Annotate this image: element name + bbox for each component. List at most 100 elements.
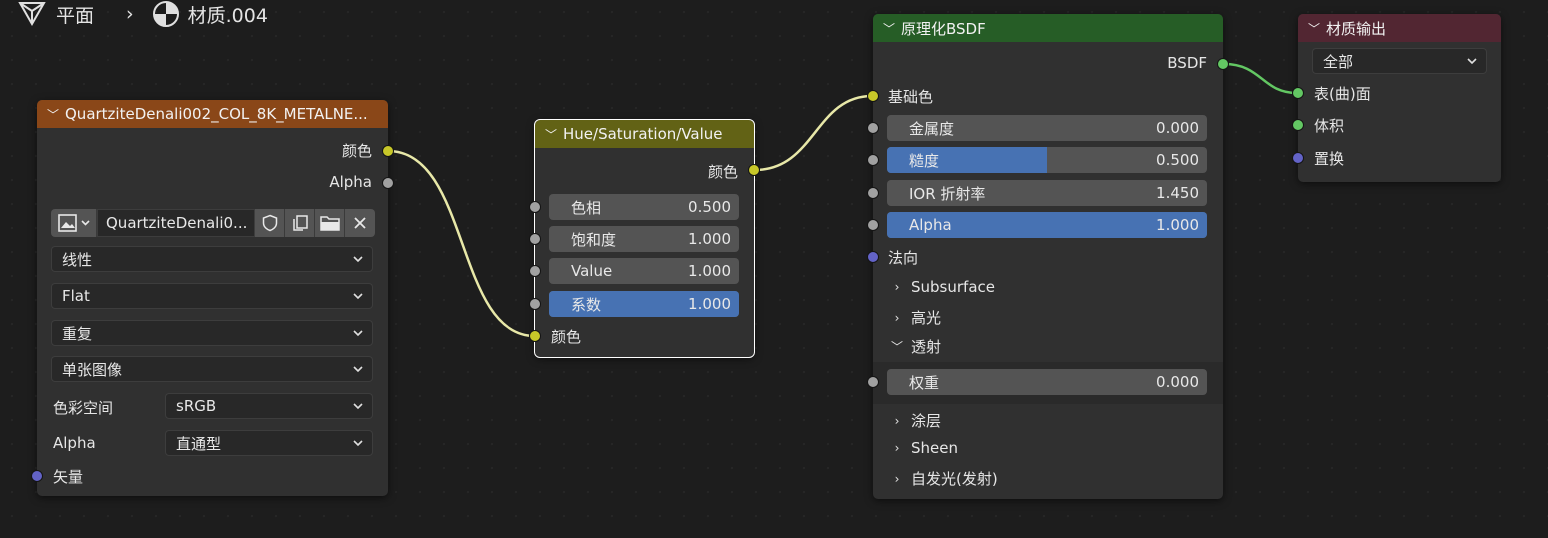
fake-user-button[interactable] bbox=[255, 209, 285, 237]
input-transmission-weight-socket[interactable] bbox=[867, 376, 879, 388]
factor-slider[interactable]: 系数 1.000 bbox=[549, 291, 739, 317]
transmission-weight-field[interactable]: 权重 0.000 bbox=[887, 369, 1207, 395]
specular-panel-toggle[interactable]: › 高光 bbox=[889, 307, 941, 328]
node-header[interactable]: ﹀ Hue/Saturation/Value bbox=[535, 120, 754, 148]
hsv-node[interactable]: ﹀ Hue/Saturation/Value 颜色 色相 0.500 饱和度 1… bbox=[529, 119, 760, 358]
chevron-right-icon: › bbox=[894, 471, 900, 486]
link-bsdf-to-output[interactable] bbox=[1223, 62, 1298, 95]
input-color-label: 颜色 bbox=[551, 328, 582, 346]
saturation-label: 饱和度 bbox=[571, 230, 617, 249]
metallic-label: 金属度 bbox=[909, 119, 955, 138]
metallic-field[interactable]: 金属度 0.000 bbox=[887, 115, 1207, 141]
input-metallic-socket[interactable] bbox=[867, 122, 879, 134]
duplicate-button[interactable] bbox=[285, 209, 315, 237]
folder-icon bbox=[319, 216, 340, 231]
surface-label: 表(曲)面 bbox=[1314, 85, 1371, 103]
output-color-socket[interactable] bbox=[748, 164, 760, 176]
input-surface-socket[interactable] bbox=[1292, 87, 1304, 99]
input-normal-socket[interactable] bbox=[867, 251, 879, 263]
colorspace-value: sRGB bbox=[176, 397, 217, 415]
saturation-value: 1.000 bbox=[688, 230, 731, 248]
volume-label: 体积 bbox=[1314, 117, 1345, 135]
chevron-down-icon bbox=[353, 330, 363, 337]
metallic-value: 0.000 bbox=[1156, 119, 1199, 137]
image-selector: QuartziteDenali0... bbox=[51, 209, 375, 237]
factor-label: 系数 bbox=[571, 295, 602, 314]
input-factor-socket[interactable] bbox=[529, 298, 541, 310]
chevron-right-icon: › bbox=[894, 280, 900, 294]
transmission-panel-toggle[interactable]: ﹀ 透射 bbox=[889, 336, 941, 357]
node-title: Hue/Saturation/Value bbox=[563, 125, 723, 143]
target-dropdown[interactable]: 全部 bbox=[1312, 48, 1487, 74]
input-roughness-socket[interactable] bbox=[867, 154, 879, 166]
input-alpha-socket[interactable] bbox=[867, 219, 879, 231]
extension-dropdown[interactable]: 重复 bbox=[51, 320, 373, 346]
node-header[interactable]: ﹀ QuartziteDenali002_COL_8K_METALNE... bbox=[37, 100, 388, 128]
node-header[interactable]: ﹀ 材质输出 bbox=[1298, 14, 1501, 42]
colorspace-dropdown[interactable]: sRGB bbox=[165, 393, 373, 419]
open-image-button[interactable] bbox=[315, 209, 345, 237]
node-header[interactable]: ﹀ 原理化BSDF bbox=[873, 14, 1223, 42]
sheen-panel-toggle[interactable]: › Sheen bbox=[889, 439, 958, 457]
factor-value: 1.000 bbox=[688, 295, 731, 313]
output-bsdf-socket[interactable] bbox=[1217, 58, 1229, 70]
input-value-socket[interactable] bbox=[529, 265, 541, 277]
hue-field[interactable]: 色相 0.500 bbox=[549, 194, 739, 220]
saturation-field[interactable]: 饱和度 1.000 bbox=[549, 226, 739, 252]
image-texture-node[interactable]: ﹀ QuartziteDenali002_COL_8K_METALNE... 颜… bbox=[31, 100, 394, 496]
image-name-field[interactable]: QuartziteDenali0... bbox=[97, 209, 255, 237]
breadcrumb-object[interactable]: 平面 bbox=[56, 1, 94, 28]
unlink-image-button[interactable] bbox=[345, 209, 375, 237]
source-value: 单张图像 bbox=[62, 360, 123, 379]
collapse-chevron-icon[interactable]: ﹀ bbox=[1306, 20, 1322, 37]
value-field[interactable]: Value 1.000 bbox=[549, 258, 739, 284]
emission-label: 自发光(发射) bbox=[911, 470, 998, 488]
input-displacement-socket[interactable] bbox=[1292, 152, 1304, 164]
projection-dropdown[interactable]: Flat bbox=[51, 283, 373, 309]
subsurface-label: Subsurface bbox=[911, 278, 995, 296]
material-icon bbox=[152, 1, 179, 27]
material-output-node[interactable]: ﹀ 材质输出 全部 表(曲)面 体积 置换 bbox=[1292, 14, 1501, 182]
chevron-down-icon bbox=[353, 366, 363, 373]
sheen-label: Sheen bbox=[911, 439, 958, 457]
image-browse-button[interactable] bbox=[51, 209, 97, 237]
ior-field[interactable]: IOR 折射率 1.450 bbox=[887, 180, 1207, 206]
extension-value: 重复 bbox=[62, 324, 93, 343]
roughness-label: 糙度 bbox=[909, 151, 940, 170]
input-color-socket[interactable] bbox=[529, 330, 541, 342]
input-hue-socket[interactable] bbox=[529, 201, 541, 213]
close-icon bbox=[354, 217, 366, 229]
specular-label: 高光 bbox=[911, 309, 942, 327]
coat-panel-toggle[interactable]: › 涂层 bbox=[889, 410, 941, 431]
alpha-mode-dropdown[interactable]: 直通型 bbox=[165, 430, 373, 456]
link-hsv-to-bsdf[interactable] bbox=[754, 94, 873, 172]
transmission-label: 透射 bbox=[911, 338, 942, 356]
copy-icon bbox=[292, 215, 308, 231]
breadcrumb-separator: › bbox=[126, 3, 134, 25]
link-image-to-hsv[interactable] bbox=[387, 149, 536, 338]
interpolation-dropdown[interactable]: 线性 bbox=[51, 246, 373, 272]
output-alpha-socket[interactable] bbox=[382, 177, 394, 189]
input-base-color-socket[interactable] bbox=[867, 90, 879, 102]
breadcrumb-material[interactable]: 材质.004 bbox=[188, 1, 268, 28]
emission-panel-toggle[interactable]: › 自发光(发射) bbox=[889, 468, 998, 489]
ior-label: IOR 折射率 bbox=[909, 184, 986, 203]
roughness-slider[interactable]: 糙度 0.500 bbox=[887, 147, 1207, 173]
alpha-slider[interactable]: Alpha 1.000 bbox=[887, 212, 1207, 238]
transmission-weight-value: 0.000 bbox=[1156, 373, 1199, 391]
source-dropdown[interactable]: 单张图像 bbox=[51, 356, 373, 382]
collapse-chevron-icon[interactable]: ﹀ bbox=[45, 106, 61, 123]
input-ior-socket[interactable] bbox=[867, 187, 879, 199]
base-color-label: 基础色 bbox=[888, 88, 934, 106]
transmission-weight-label: 权重 bbox=[909, 373, 940, 392]
input-saturation-socket[interactable] bbox=[529, 233, 541, 245]
input-vector-socket[interactable] bbox=[31, 470, 43, 482]
subsurface-panel-toggle[interactable]: › Subsurface bbox=[889, 278, 995, 296]
collapse-chevron-icon[interactable]: ﹀ bbox=[881, 20, 897, 37]
chevron-down-icon bbox=[1467, 58, 1477, 65]
principled-bsdf-node[interactable]: ﹀ 原理化BSDF BSDF 基础色 金属度 0.000 糙度 0.500 IO… bbox=[867, 14, 1229, 499]
output-color-socket[interactable] bbox=[382, 145, 394, 157]
roughness-value: 0.500 bbox=[1156, 151, 1199, 169]
input-volume-socket[interactable] bbox=[1292, 119, 1304, 131]
collapse-chevron-icon[interactable]: ﹀ bbox=[543, 126, 559, 143]
